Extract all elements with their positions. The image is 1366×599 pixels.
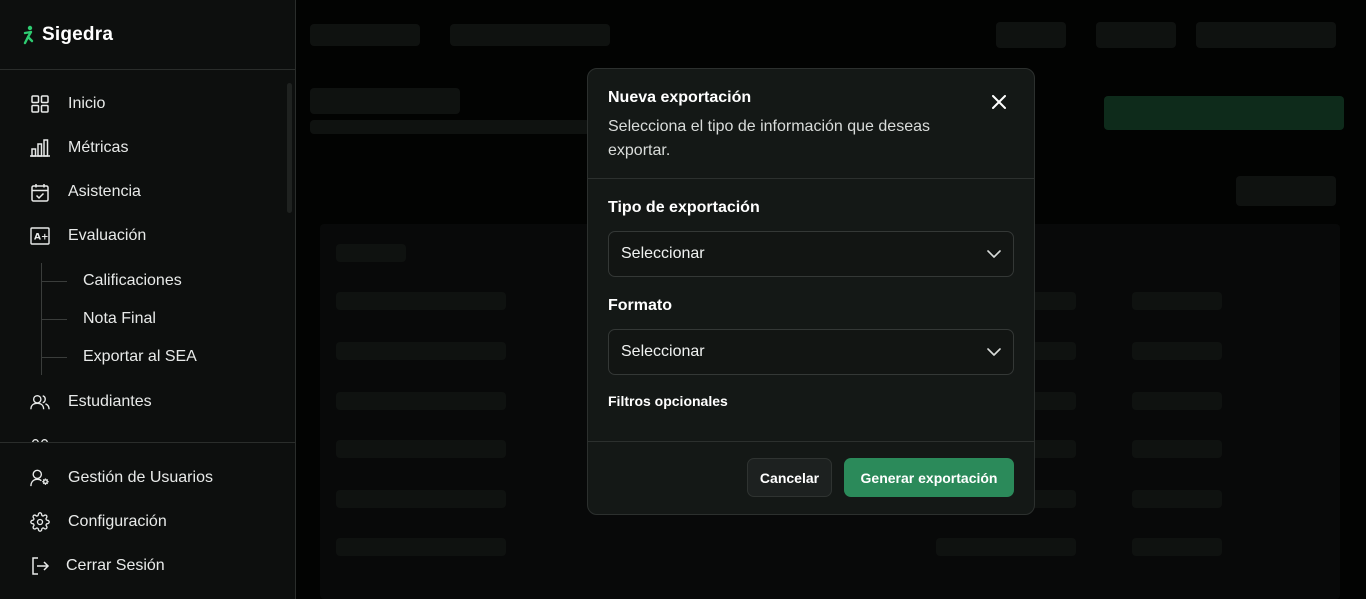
modal-subtitle: Selecciona el tipo de información que de… — [608, 118, 930, 159]
sidebar-item-evaluacion[interactable]: A+ Evaluación — [30, 221, 146, 251]
bar-chart-icon — [30, 138, 50, 158]
sidebar-item-configuracion[interactable]: Configuración — [30, 507, 167, 537]
gear-icon — [30, 512, 50, 532]
export-type-label: Tipo de exportación — [608, 199, 760, 216]
submenu-tick — [41, 357, 67, 358]
user-settings-icon — [30, 468, 50, 488]
export-type-value: Seleccionar — [621, 245, 705, 262]
sidebar-item-gestion-usuarios[interactable]: Gestión de Usuarios — [30, 463, 213, 493]
sidebar: Sigedra Inicio Métricas Asistencia A+ Ev… — [0, 0, 296, 599]
sidebar-item-label: Gestión de Usuarios — [68, 469, 213, 486]
sidebar-item-label: Evaluación — [68, 227, 147, 244]
submenu-tick — [41, 319, 67, 320]
sidebar-item-label: Configuración — [68, 513, 167, 530]
export-modal: Nueva exportación Selecciona el tipo de … — [587, 68, 1035, 515]
sidebar-item-estudiantes[interactable]: Estudiantes — [30, 387, 152, 417]
modal-title: Nueva exportación — [608, 89, 752, 106]
optional-filters-label: Filtros opcionales — [608, 393, 728, 409]
svg-text:A+: A+ — [34, 233, 49, 243]
sidebar-nav: Inicio Métricas Asistencia A+ Evaluación… — [0, 71, 295, 442]
sidebar-item-inicio[interactable]: Inicio — [30, 89, 105, 119]
logout-icon — [30, 556, 50, 576]
sidebar-subitem-calificaciones[interactable]: Calificaciones — [83, 270, 182, 292]
submenu-tick — [41, 281, 67, 282]
format-label: Formato — [608, 297, 672, 314]
sidebar-item-label: Cerrar Sesión — [66, 557, 165, 574]
grade-icon: A+ — [30, 226, 50, 246]
brand[interactable]: Sigedra — [0, 0, 295, 70]
modal-header: Nueva exportación Selecciona el tipo de … — [588, 69, 1034, 179]
users-icon — [30, 392, 50, 412]
grid-icon — [30, 94, 50, 114]
chevron-down-icon — [987, 250, 1001, 258]
cancel-button[interactable]: Cancelar — [747, 458, 832, 497]
sidebar-item-asistencia[interactable]: Asistencia — [30, 177, 141, 207]
sidebar-item-metricas[interactable]: Métricas — [30, 133, 128, 163]
sidebar-item-label: Inicio — [68, 95, 106, 112]
close-icon — [992, 95, 1006, 109]
sidebar-item-label: Asistencia — [68, 183, 141, 200]
sidebar-item-label: Métricas — [68, 139, 129, 156]
logo-icon — [23, 25, 34, 44]
modal-footer: Cancelar Generar exportación — [588, 441, 1034, 514]
format-select[interactable]: Seleccionar — [608, 329, 1014, 375]
sidebar-item-cerrar-sesion[interactable]: Cerrar Sesión — [30, 551, 165, 581]
close-button[interactable] — [990, 93, 1008, 111]
calendar-check-icon — [30, 182, 50, 202]
export-type-select[interactable]: Seleccionar — [608, 231, 1014, 277]
format-value: Seleccionar — [621, 343, 705, 360]
sidebar-subitem-nota-final[interactable]: Nota Final — [83, 308, 156, 330]
sidebar-scrollbar[interactable] — [287, 83, 292, 213]
brand-name: Sigedra — [42, 23, 114, 45]
sidebar-subitem-exportar-sea[interactable]: Exportar al SEA — [83, 346, 197, 368]
generate-export-button[interactable]: Generar exportación — [844, 458, 1014, 497]
chevron-down-icon — [987, 348, 1001, 356]
sidebar-bottom: Gestión de Usuarios Configuración Cerrar… — [0, 442, 295, 599]
sidebar-item-label: Estudiantes — [68, 393, 152, 410]
sidebar-item-partial[interactable] — [30, 431, 50, 442]
